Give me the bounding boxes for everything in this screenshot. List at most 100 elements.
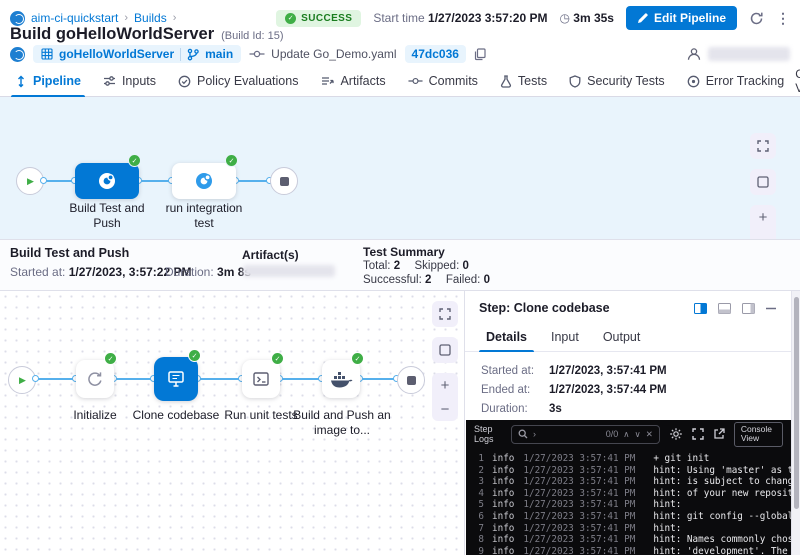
tab-input[interactable]: Input (540, 323, 590, 351)
build-tabbar: Pipeline Inputs Policy Evaluations Artif… (0, 66, 800, 97)
step-node-clone-codebase[interactable] (154, 357, 198, 401)
search-clear-icon[interactable]: ✕ (646, 429, 653, 440)
context-logo-icon (10, 47, 25, 62)
zoom-in-button[interactable]: + (432, 373, 458, 397)
console-view-label: Console View (795, 67, 800, 95)
artifact-value-redacted (243, 265, 335, 277)
edge (360, 378, 397, 380)
step-success-icon: ✓ (351, 352, 364, 365)
zoom-out-button[interactable]: − (432, 397, 458, 421)
ci-stage-icon (97, 171, 117, 191)
tab-pipeline[interactable]: Pipeline (4, 66, 92, 96)
inputs-icon (103, 75, 116, 87)
stage-graph-canvas: ▶ ✓ ✓ Build Test and Push run integratio… (0, 97, 800, 239)
console-header: Step Logs › 0/0 ∧ ∨ ✕ Console View (466, 420, 791, 448)
edit-pipeline-button[interactable]: Edit Pipeline (626, 6, 737, 30)
selection-mode-button[interactable] (750, 169, 776, 195)
tab-tests[interactable]: Tests (489, 66, 558, 96)
fit-to-screen-button[interactable] (750, 133, 776, 159)
fullscreen-icon (692, 428, 704, 440)
field-started-at: Started at:1/27/2023, 3:57:41 PM (481, 365, 784, 377)
open-in-new-button[interactable] (713, 428, 725, 440)
scrollbar-thumb[interactable] (794, 297, 799, 509)
tab-details[interactable]: Details (475, 323, 538, 351)
tab-policy-evaluations[interactable]: Policy Evaluations (167, 66, 309, 96)
commit-sha[interactable]: 47dc036 (405, 45, 466, 63)
log-line: 7info1/27/2023 3:57:41 PMhint: (473, 523, 791, 535)
stage-end-node[interactable] (397, 366, 425, 394)
step-node-build-and-push[interactable] (322, 360, 360, 398)
step-label: Initialize (55, 408, 135, 423)
zoom-in-button[interactable]: + (750, 205, 776, 229)
log-line: 2info1/27/2023 3:57:41 PMhint: Using 'ma… (473, 465, 791, 477)
minimize-panel-button[interactable] (766, 307, 776, 310)
harness-logo-icon (10, 11, 25, 26)
layout-bottom-button[interactable] (718, 303, 731, 314)
step-success-icon: ✓ (188, 349, 201, 362)
user-name-redacted (708, 47, 790, 61)
tab-output[interactable]: Output (592, 323, 652, 351)
tab-artifacts[interactable]: Artifacts (309, 66, 396, 96)
console-view-button[interactable]: Console View (734, 422, 783, 447)
ci-stage-icon (194, 171, 214, 191)
tab-commits[interactable]: Commits (397, 66, 489, 96)
search-next-icon[interactable]: ∨ (634, 429, 640, 440)
refresh-button[interactable] (749, 11, 764, 26)
search-icon (518, 429, 528, 439)
log-line: 8info1/27/2023 3:57:41 PMhint: Names com… (473, 534, 791, 546)
log-line: 3info1/27/2023 3:57:41 PMhint: is subjec… (473, 476, 791, 488)
tab-inputs[interactable]: Inputs (92, 66, 167, 96)
repo-name[interactable]: goHelloWorldServer (59, 47, 174, 61)
run-unit-tests-icon (251, 369, 271, 389)
console-view-toggle-group: Console View (795, 66, 800, 96)
log-fullscreen-button[interactable] (692, 428, 704, 440)
selection-square-icon (438, 343, 452, 357)
layout-split-right-button[interactable] (694, 303, 707, 314)
search-prev-icon[interactable]: ∧ (623, 429, 629, 440)
step-node-run-unit-tests[interactable] (242, 360, 280, 398)
tab-error-tracking[interactable]: Error Tracking (676, 66, 796, 96)
copy-icon (474, 48, 486, 61)
commit-message: Update Go_Demo.yaml (249, 47, 396, 61)
minimize-icon (766, 307, 776, 310)
pipeline-icon (15, 75, 27, 88)
field-duration: Duration:3s (481, 403, 784, 415)
search-match-count: 0/0 (606, 429, 619, 439)
commits-icon (408, 75, 423, 87)
pipeline-end-node[interactable] (270, 167, 298, 195)
header: aim-ci-quickstart › Builds › ✓ SUCCESS S… (0, 0, 800, 66)
layout-right-button[interactable] (742, 303, 755, 314)
log-search-input[interactable]: › 0/0 ∧ ∨ ✕ (511, 425, 660, 444)
fit-to-screen-button[interactable] (432, 301, 458, 327)
search-prompt: › (533, 429, 536, 439)
branch-name[interactable]: main (205, 47, 233, 61)
success-check-icon: ✓ (285, 13, 296, 24)
breadcrumb-project[interactable]: aim-ci-quickstart (31, 11, 118, 25)
repo-branch-pill[interactable]: goHelloWorldServer main (33, 45, 241, 63)
panel-bottom-icon (718, 303, 731, 314)
panel-scrollbar[interactable] (791, 291, 800, 555)
log-line: 1info1/27/2023 3:57:41 PM+ git init (473, 453, 791, 465)
branch-icon (187, 48, 199, 61)
tab-security-tests[interactable]: Security Tests (558, 66, 676, 96)
step-details-panel: Step: Clone codebase Details Input Outpu… (464, 291, 800, 555)
test-summary: Test Summary Total: 2 Skipped: 0 Success… (363, 245, 490, 287)
stage-node-run-integration-test[interactable] (172, 163, 236, 199)
selection-mode-button[interactable] (432, 337, 458, 363)
more-options-button[interactable]: ⋮ (776, 10, 790, 27)
step-graph-canvas: ▶ ✓ ✓ ✓ ✓ Initialize (0, 291, 464, 555)
copy-sha-button[interactable] (474, 48, 486, 61)
repo-icon (41, 48, 53, 60)
clock-icon: ◷ (559, 11, 569, 25)
build-page: aim-ci-quickstart › Builds › ✓ SUCCESS S… (0, 0, 800, 555)
log-settings-button[interactable] (669, 427, 683, 441)
step-node-initialize[interactable] (76, 360, 114, 398)
build-id: (Build Id: 15) (221, 30, 283, 42)
security-tests-icon (569, 75, 581, 88)
stage-duration: Duration: 3m 8s (165, 265, 251, 279)
log-line: 5info1/27/2023 3:57:41 PMhint: (473, 499, 791, 511)
stage-node-build-test-and-push[interactable] (75, 163, 139, 199)
breadcrumb-builds[interactable]: Builds (134, 11, 167, 25)
log-line: 9info1/27/2023 3:57:41 PMhint: 'developm… (473, 546, 791, 555)
stage-label: run integration test (160, 201, 248, 231)
